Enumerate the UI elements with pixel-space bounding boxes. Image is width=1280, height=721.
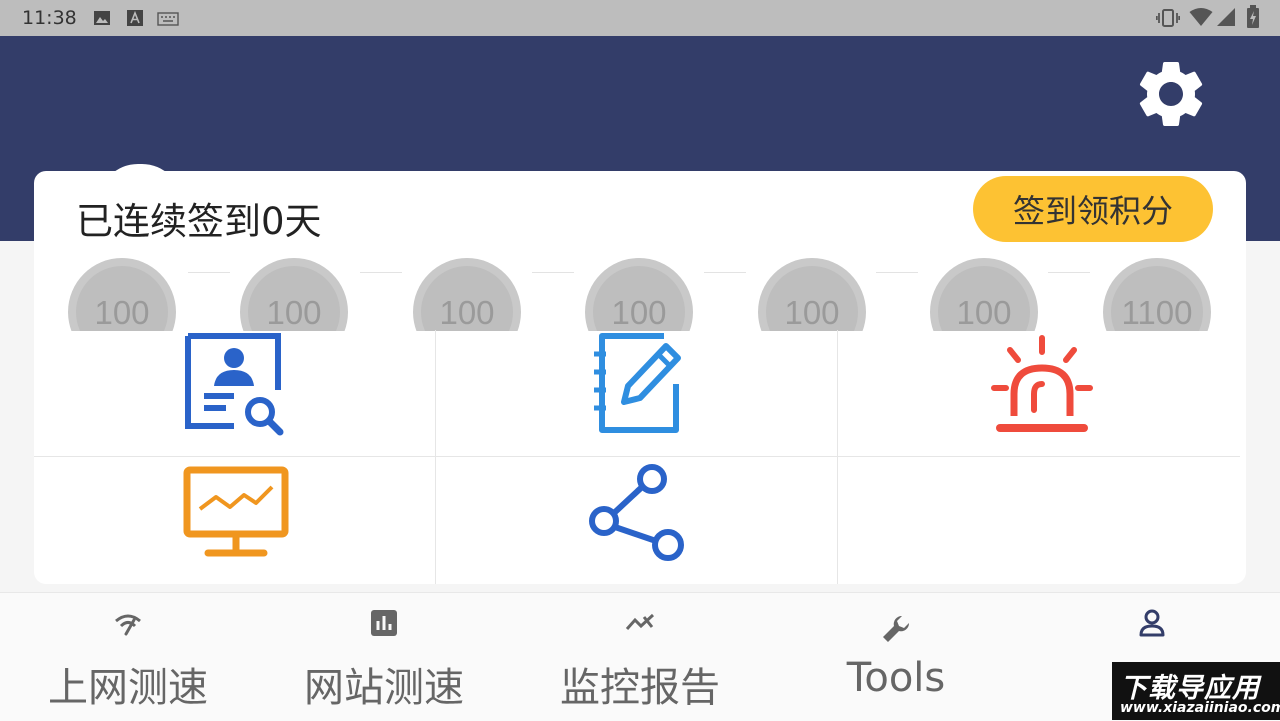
coin-connector [704, 272, 746, 273]
wifi-speed-icon [115, 614, 141, 636]
alarm-siren-icon [991, 335, 1093, 432]
coin-day-2: 100 [240, 258, 348, 331]
status-bar: 11:38 [0, 0, 1280, 36]
coin-day-6: 100 [930, 258, 1038, 331]
battery-charging-icon [1246, 5, 1260, 33]
watermark-url: www.xiazaiiniao.com [1120, 700, 1280, 716]
watermark-badge: 下载导应用 www.xiazaiiniao.com [1112, 662, 1280, 720]
contact-search-icon [185, 333, 284, 436]
coin-day-4: 100 [585, 258, 693, 331]
person-icon [1139, 609, 1165, 637]
feature-notebook-edit[interactable] [436, 330, 838, 457]
monitor-chart-icon [183, 466, 289, 557]
coin-day-5: 100 [758, 258, 866, 331]
tab-monitor-report[interactable]: 监控报告 [512, 593, 768, 721]
checkin-card: 已连续签到0天 签到领积分 100 100 100 100 100 100 11… [34, 171, 1246, 584]
tab-network-speed[interactable]: 上网测速 [0, 593, 256, 721]
bar-chart-icon [371, 610, 397, 636]
image-icon [93, 9, 111, 31]
coin-connector [1048, 272, 1090, 273]
coin-connector [188, 272, 230, 273]
checkin-button[interactable]: 签到领积分 [973, 176, 1213, 242]
vibrate-icon [1155, 8, 1181, 32]
checkin-coins-row: 100 100 100 100 100 100 1100 [34, 256, 1246, 331]
feature-empty-cell [838, 457, 1240, 584]
status-time: 11:38 [22, 7, 77, 29]
tab-tools[interactable]: Tools [768, 593, 1024, 721]
wifi-icon [1189, 7, 1213, 31]
tab-label: 网站测速 [304, 665, 464, 711]
coin-day-7: 1100 [1103, 258, 1211, 331]
coin-day-1: 100 [68, 258, 176, 331]
feature-contact-search[interactable] [34, 330, 436, 457]
share-icon [589, 464, 684, 561]
tab-label: 上网测速 [48, 665, 208, 711]
feature-share[interactable] [436, 457, 838, 584]
signal-icon [1216, 7, 1236, 31]
checkin-streak-text: 已连续签到0天 [76, 200, 322, 243]
coin-connector [532, 272, 574, 273]
gear-icon[interactable] [1131, 54, 1211, 134]
notebook-edit-icon [594, 333, 681, 433]
bottom-navigation: 上网测速 网站测速 监控报告 Tools 我的 [0, 592, 1280, 721]
tab-label: 监控报告 [560, 665, 720, 711]
coin-day-3: 100 [413, 258, 521, 331]
keyboard-icon [157, 11, 179, 30]
coin-connector [876, 272, 918, 273]
wrench-icon [883, 615, 910, 642]
feature-grid [34, 330, 1246, 584]
coin-connector [360, 272, 402, 273]
feature-alarm[interactable] [838, 330, 1240, 457]
feature-monitor[interactable] [34, 457, 436, 584]
a-letter-icon [126, 9, 144, 31]
tab-label: Tools [846, 655, 946, 701]
tab-website-speed[interactable]: 网站测速 [256, 593, 512, 721]
trend-icon [625, 613, 655, 630]
